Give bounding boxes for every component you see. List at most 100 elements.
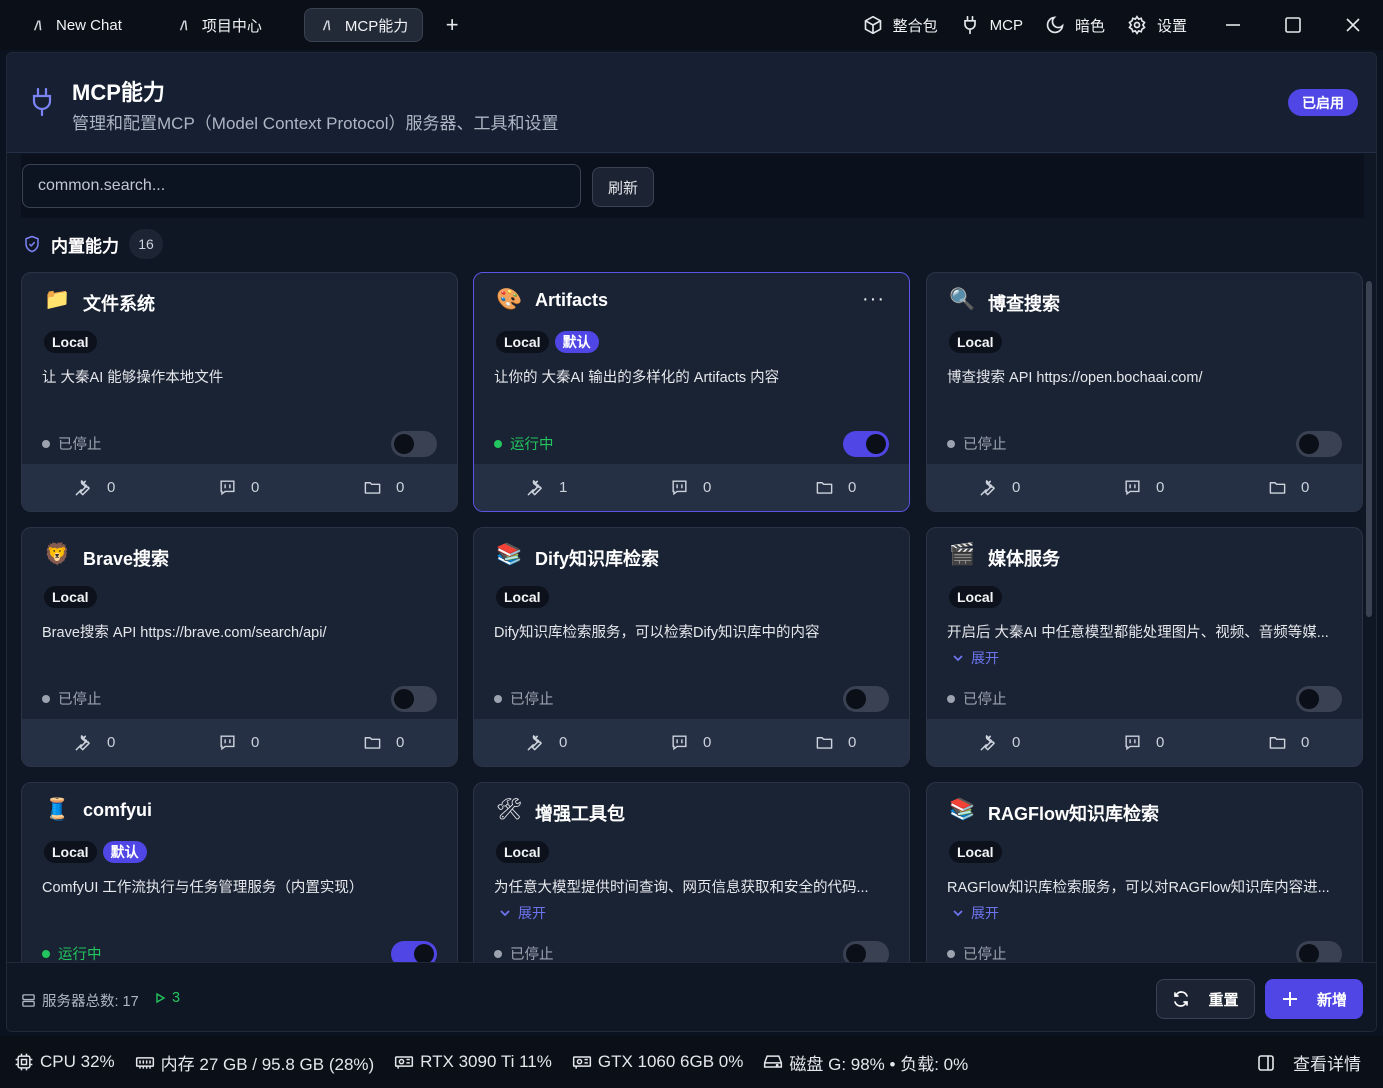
add-button[interactable]: 新增 (1265, 979, 1363, 1019)
server-card[interactable]: 🎬 媒体服务 Local 开启后 大秦AI 中任意模型都能处理图片、视频、音频等媒..… (926, 527, 1363, 767)
mcp-panel: MCP能力 管理和配置MCP（Model Context Protocol）服务… (6, 52, 1377, 1032)
status-label: 运行中 (58, 947, 102, 962)
spool-icon: 🧵 (44, 798, 71, 821)
server-card[interactable]: 🔍 博查搜索 Local 博查搜索 API https://open.bochaai.… (926, 272, 1363, 512)
status-bar: CPU 32% 内存 27 GB / 95.8 GB (28%) RTX 309… (0, 1036, 1383, 1088)
status-dot (494, 439, 502, 448)
server-toggle[interactable] (843, 431, 889, 457)
prompts-count-label: 0 (251, 734, 260, 751)
tools-count[interactable]: 0 (74, 478, 115, 497)
enabled-badge[interactable]: 已启用 (1288, 89, 1358, 116)
server-toggle[interactable] (391, 941, 437, 962)
reset-button[interactable]: 重置 (1156, 979, 1255, 1019)
gear-icon (1128, 15, 1146, 35)
server-toggle[interactable] (1296, 941, 1342, 962)
resources-count[interactable]: 0 (363, 733, 404, 752)
wrench-icon (527, 735, 542, 751)
server-name: 增强工具包 (535, 804, 625, 824)
resources-count[interactable]: 0 (815, 733, 856, 752)
close-button[interactable] (1323, 0, 1383, 50)
prompt-icon (672, 735, 687, 751)
play-icon (156, 992, 166, 1004)
status-indicator: 已停止 (494, 943, 554, 962)
status-dot (42, 949, 50, 958)
server-description: 开启后 大秦AI 中任意模型都能处理图片、视频、音频等媒... (947, 625, 1329, 641)
server-name: Brave搜索 (83, 549, 170, 569)
local-tag: Local (44, 586, 97, 608)
server-total-label: 服务器总数: 17 (42, 994, 139, 1010)
tools-count[interactable]: 0 (979, 733, 1020, 752)
view-details-button[interactable]: 查看详情 (1257, 1050, 1361, 1075)
scrollbar[interactable] (1366, 281, 1372, 617)
resources-count[interactable]: 0 (815, 478, 856, 497)
page-subtitle: 管理和配置MCP（Model Context Protocol）服务器、工具和设… (72, 114, 559, 133)
prompts-count[interactable]: 0 (218, 733, 259, 752)
server-toggle[interactable] (391, 686, 437, 712)
dark-mode-button[interactable]: 暗色 (1045, 15, 1105, 36)
tools-count-label: 0 (1012, 734, 1021, 751)
app-logo-icon: /\ (34, 17, 42, 33)
running-count-label: 3 (172, 990, 181, 1006)
tools-count[interactable]: 1 (526, 478, 567, 497)
add-tab-icon[interactable]: + (439, 12, 465, 38)
server-card[interactable]: 📚 RAGFlow知识库检索 Local RAGFlow知识库检索服务，可以对RAGF… (926, 782, 1363, 962)
tools-count[interactable]: 0 (979, 478, 1020, 497)
cpu-label: CPU 32% (40, 1052, 115, 1071)
mcp-button[interactable]: MCP (960, 15, 1023, 35)
status-dot (947, 694, 955, 703)
server-toggle[interactable] (1296, 686, 1342, 712)
refresh-icon (1174, 991, 1189, 1007)
chevron-down-icon (500, 910, 510, 917)
tools-icon: 🛠 (496, 798, 523, 821)
local-tag: Local (44, 331, 97, 353)
server-description: Brave搜索 API https://brave.com/search/api… (42, 625, 327, 641)
panel-icon (1258, 1054, 1274, 1071)
maximize-button[interactable] (1263, 0, 1323, 50)
memory-label: 内存 27 GB / 95.8 GB (28%) (160, 1054, 375, 1074)
resources-count[interactable]: 0 (363, 478, 404, 497)
server-toggle[interactable] (843, 941, 889, 962)
wrench-icon (980, 735, 995, 751)
folder-icon (816, 482, 833, 494)
expand-button[interactable]: 展开 (951, 903, 999, 923)
status-label: 已停止 (963, 947, 1007, 962)
folder-icon (364, 737, 381, 749)
minimize-button[interactable] (1203, 0, 1263, 50)
prompts-count[interactable]: 0 (670, 733, 711, 752)
tools-count[interactable]: 0 (74, 733, 115, 752)
server-name: Artifacts (535, 290, 609, 310)
server-card[interactable]: 📚 Dify知识库检索 Local Dify知识库检索服务，可以检索Dify知识库中的… (473, 527, 910, 767)
prompts-count[interactable]: 0 (218, 478, 259, 497)
tools-count[interactable]: 0 (526, 733, 567, 752)
resources-count[interactable]: 0 (1268, 733, 1309, 752)
status-dot (42, 694, 50, 703)
server-card[interactable]: 🧵 comfyui Local 默认 ComfyUI 工作流执行与任务管理服务（内置实现… (21, 782, 458, 962)
settings-button[interactable]: 设置 (1127, 15, 1187, 36)
bundle-button[interactable]: 整合包 (863, 15, 938, 36)
server-card[interactable]: 🦁 Brave搜索 Local Brave搜索 API https://brave.c… (21, 527, 458, 767)
resources-count[interactable]: 0 (1268, 478, 1309, 497)
tab-mcp[interactable]: /\ MCP能力 (303, 8, 424, 42)
tab-project-center[interactable]: /\ 项目中心 (162, 8, 276, 42)
prompts-count[interactable]: 0 (1123, 733, 1164, 752)
status-indicator: 已停止 (947, 943, 1007, 962)
server-card[interactable]: 🛠 增强工具包 Local 为任意大模型提供时间查询、网页信息获取和安全的代码... 展… (473, 782, 910, 962)
server-toggle[interactable] (391, 431, 437, 457)
server-card[interactable]: 📁 文件系统 Local 让 大秦AI 能够操作本地文件 已停止 0 0 0 (21, 272, 458, 512)
server-toggle[interactable] (1296, 431, 1342, 457)
tab-new-chat[interactable]: /\ New Chat (16, 8, 136, 42)
prompts-count[interactable]: 0 (670, 478, 711, 497)
expand-button[interactable]: 展开 (498, 903, 546, 923)
refresh-button[interactable]: 刷新 (592, 167, 654, 207)
more-options-icon[interactable]: ··· (862, 288, 885, 311)
tag-list: Local 默认 (496, 331, 599, 353)
local-tag: Local (496, 586, 549, 608)
server-description: Dify知识库检索服务，可以检索Dify知识库中的内容 (494, 625, 820, 641)
server-toggle[interactable] (843, 686, 889, 712)
expand-button[interactable]: 展开 (951, 648, 999, 668)
search-input[interactable] (22, 164, 581, 208)
cpu-stat: CPU 32% (14, 1052, 115, 1072)
cpu-icon (15, 1053, 33, 1071)
server-card[interactable]: 🎨 Artifacts ··· Local 默认 让你的 大秦AI 输出的多样化的 Art… (473, 272, 910, 512)
prompts-count[interactable]: 0 (1123, 478, 1164, 497)
